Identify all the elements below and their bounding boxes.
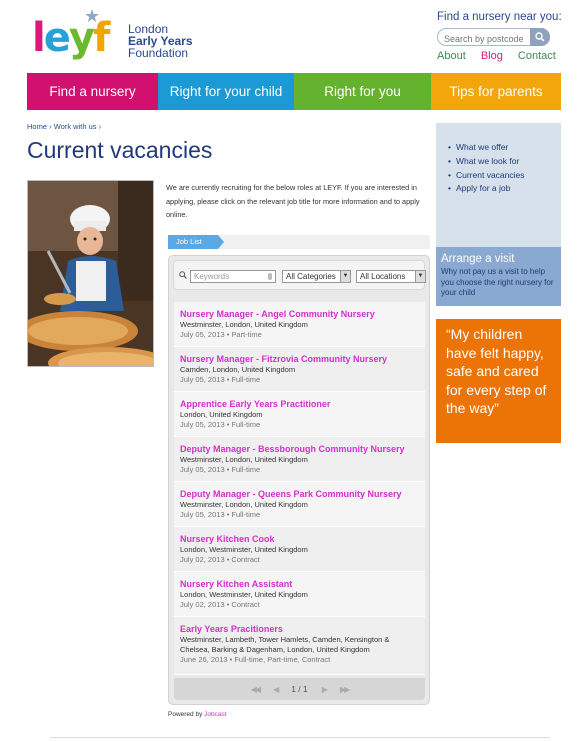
- job-location: London, United Kingdom: [180, 410, 263, 419]
- job-list: Nursery Manager - Angel Community Nurser…: [174, 302, 425, 675]
- job-row: Deputy Manager - Queens Park Community N…: [174, 482, 425, 527]
- last-page-button[interactable]: ▶▶: [340, 685, 350, 694]
- arrange-visit-text: Why not pay us a visit to help you choos…: [441, 267, 554, 297]
- job-title-link[interactable]: Apprentice Early Years Practitioner: [180, 399, 419, 410]
- job-title-link[interactable]: Nursery Kitchen Assistant: [180, 579, 419, 590]
- nav-right-for-you[interactable]: Right for you: [294, 73, 431, 110]
- top-links: About Blog Contact: [437, 50, 568, 62]
- logo-wordmark: London Early Years Foundation: [128, 22, 193, 60]
- job-meta: July 05, 2013 • Full-time: [180, 420, 261, 429]
- jobs-panel: Keywords All Categories ▼ All Locations …: [168, 255, 430, 705]
- chevron-down-icon: ▼: [340, 271, 350, 282]
- find-nursery-label: Find a nursery near you:: [437, 11, 562, 23]
- about-link[interactable]: About: [437, 50, 466, 62]
- footer-divider: [50, 737, 550, 738]
- job-title-link[interactable]: Deputy Manager - Bessborough Community N…: [180, 444, 419, 455]
- breadcrumb-work-with-us[interactable]: Work with us: [54, 122, 97, 131]
- job-row: Early Years Pracitioners Westminster, La…: [174, 617, 425, 675]
- job-location: Westminster, Lambeth, Tower Hamlets, Cam…: [180, 635, 390, 654]
- powered-by: Powered by Jobcast: [168, 711, 227, 718]
- page-indicator: 1 / 1: [291, 684, 308, 694]
- location-select[interactable]: All Locations ▼: [356, 270, 426, 283]
- job-location: Westminster, London, United Kingdom: [180, 500, 308, 509]
- first-page-button[interactable]: ◀◀: [251, 685, 261, 694]
- nav-right-for-your-child[interactable]: Right for your child: [158, 73, 294, 110]
- job-meta: July 05, 2013 • Full-time: [180, 465, 261, 474]
- job-location: London, Westminster, United Kingdom: [180, 545, 308, 554]
- job-row: Nursery Manager - Fitzrovia Community Nu…: [174, 347, 425, 392]
- job-title-link[interactable]: Nursery Manager - Angel Community Nurser…: [180, 309, 419, 320]
- next-page-button[interactable]: ▶: [322, 685, 328, 694]
- job-filter-bar: Keywords All Categories ▼ All Locations …: [173, 260, 426, 290]
- job-meta: July 05, 2013 • Full-time: [180, 510, 261, 519]
- job-meta: July 05, 2013 • Full-time: [180, 375, 261, 384]
- logo-letters: leyf: [32, 15, 110, 61]
- job-meta: July 02, 2013 • Contract: [180, 600, 260, 609]
- sidebar-links: What we offer What we look for Current v…: [436, 123, 561, 247]
- job-meta: July 02, 2013 • Contract: [180, 555, 260, 564]
- job-list-tab[interactable]: Job List: [168, 235, 218, 249]
- postcode-search-input[interactable]: [438, 31, 526, 47]
- job-row: Deputy Manager - Bessborough Community N…: [174, 437, 425, 482]
- page-title: Current vacancies: [27, 137, 213, 163]
- breadcrumb: Home › Work with us ›: [27, 122, 102, 131]
- job-row: Nursery Kitchen Assistant London, Westmi…: [174, 572, 425, 617]
- sidebar-item-what-we-offer[interactable]: What we offer: [448, 141, 561, 155]
- job-row: Nursery Kitchen Cook London, Westminster…: [174, 527, 425, 572]
- sidebar-item-current-vacancies[interactable]: Current vacancies: [448, 169, 561, 183]
- search-icon: [179, 271, 187, 279]
- category-select[interactable]: All Categories ▼: [282, 270, 351, 283]
- breadcrumb-home[interactable]: Home: [27, 122, 47, 131]
- postcode-search: [437, 28, 550, 47]
- leyf-logo[interactable]: ★ leyf London Early Years Foundation: [32, 6, 202, 66]
- microphone-icon[interactable]: [268, 273, 272, 280]
- job-title-link[interactable]: Nursery Manager - Fitzrovia Community Nu…: [180, 354, 419, 365]
- job-meta: June 26, 2013 • Full-time, Part-time, Co…: [180, 655, 331, 664]
- contact-link[interactable]: Contact: [518, 50, 556, 62]
- search-button[interactable]: [530, 28, 550, 46]
- arrange-visit-title: Arrange a visit: [441, 253, 515, 265]
- main-nav: Find a nursery Right for your child Righ…: [27, 73, 561, 110]
- intro-text: We are currently recruiting for the belo…: [166, 183, 420, 219]
- job-meta: July 05, 2013 • Part-time: [180, 330, 262, 339]
- job-location: Westminster, London, United Kingdom: [180, 455, 308, 464]
- nav-find-a-nursery[interactable]: Find a nursery: [27, 73, 158, 110]
- prev-page-button[interactable]: ◀: [273, 685, 279, 694]
- job-list-tab-bar: Job List: [168, 235, 430, 249]
- search-icon: [535, 32, 545, 42]
- arrange-visit-box[interactable]: Arrange a visit Why not pay us a visit t…: [436, 247, 561, 306]
- parent-quote: “My children have felt happy, safe and c…: [436, 319, 561, 443]
- job-title-link[interactable]: Deputy Manager - Queens Park Community N…: [180, 489, 419, 500]
- pagination: ◀◀ ◀ 1 / 1 ▶ ▶▶: [174, 678, 425, 700]
- sidebar-item-apply-for-a-job[interactable]: Apply for a job: [448, 182, 561, 196]
- job-title-link[interactable]: Nursery Kitchen Cook: [180, 534, 419, 545]
- keywords-input[interactable]: Keywords: [190, 270, 276, 283]
- job-row: Apprentice Early Years Practitioner Lond…: [174, 392, 425, 437]
- child-cooking-photo: [27, 180, 154, 367]
- blog-link[interactable]: Blog: [481, 50, 503, 62]
- tab-arrow-icon: [218, 235, 224, 249]
- nav-tips-for-parents[interactable]: Tips for parents: [431, 73, 561, 110]
- jobcast-link[interactable]: Jobcast: [204, 711, 226, 718]
- job-location: London, Westminster, United Kingdom: [180, 590, 308, 599]
- chevron-down-icon: ▼: [415, 271, 425, 282]
- job-location: Camden, London, United Kingdom: [180, 365, 296, 374]
- job-title-link[interactable]: Early Years Pracitioners: [180, 624, 419, 635]
- job-location: Westminster, London, United Kingdom: [180, 320, 308, 329]
- job-row: Nursery Manager - Angel Community Nurser…: [174, 302, 425, 347]
- sidebar-item-what-we-look-for[interactable]: What we look for: [448, 155, 561, 169]
